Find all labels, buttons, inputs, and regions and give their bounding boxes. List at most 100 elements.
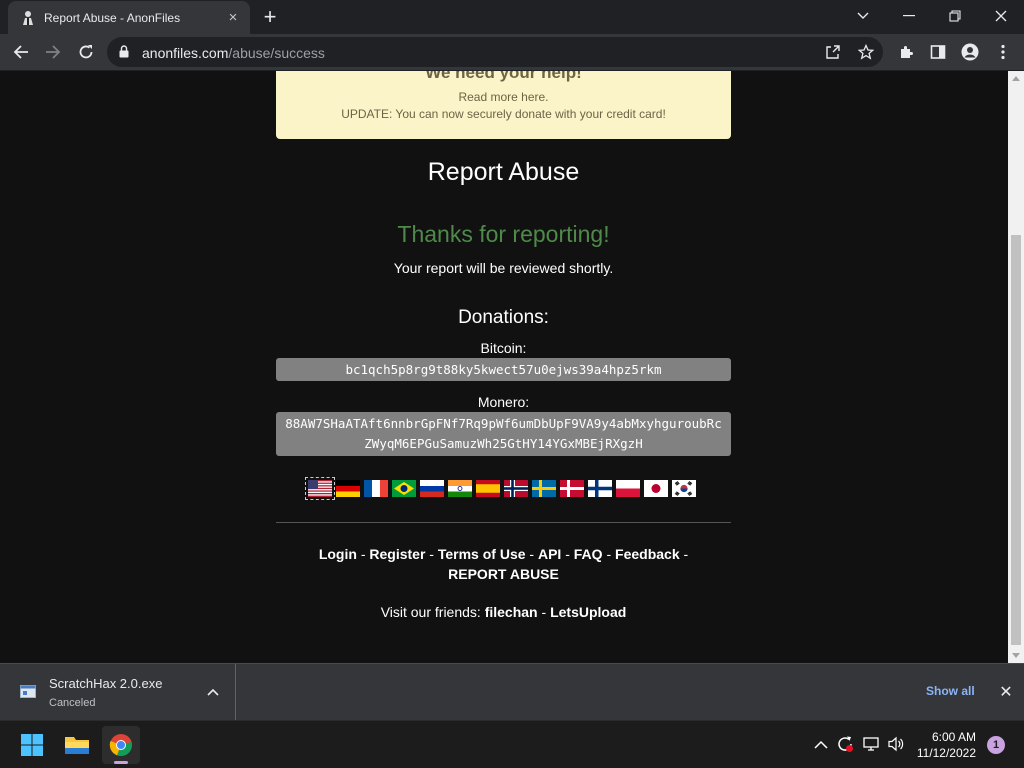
login-link[interactable]: Login xyxy=(319,546,357,562)
clock-time: 6:00 AM xyxy=(931,730,976,744)
profile-avatar-icon[interactable] xyxy=(955,37,985,67)
close-window-icon[interactable] xyxy=(978,0,1024,32)
flag-fr-icon[interactable] xyxy=(364,480,388,497)
footer-separator: - xyxy=(565,546,570,562)
lock-icon[interactable] xyxy=(119,45,129,63)
windows-taskbar: 6:00 AM 11/12/2022 1 xyxy=(0,720,1024,768)
chevron-up-icon[interactable] xyxy=(204,683,222,701)
close-download-bar-icon[interactable]: ✕ xyxy=(996,682,1016,702)
flag-in-icon[interactable] xyxy=(448,480,472,497)
footer-separator: - xyxy=(683,546,689,562)
monero-address-line-2: ZWyqM6EPGuSamuzWh25GtHY14YGxMBEjRXgzH xyxy=(364,436,643,451)
flag-jp-icon[interactable] xyxy=(644,480,668,497)
api-link[interactable]: API xyxy=(538,546,561,562)
page-title: Report Abuse xyxy=(427,158,580,186)
footer-separator: - xyxy=(606,546,612,562)
anonfiles-favicon-icon xyxy=(20,10,36,26)
flag-br-icon[interactable] xyxy=(392,480,416,497)
friends-line: Visit our friends: filechan - LetsUpload xyxy=(276,604,731,620)
notice-heading: We need your help! xyxy=(425,71,582,82)
download-bar: ScratchHax 2.0.exe Canceled Show all ✕ xyxy=(0,663,1024,720)
footer-links: Login - Register - Terms of Use - API - … xyxy=(276,544,731,584)
download-filename: ScratchHax 2.0.exe xyxy=(49,676,163,691)
download-item[interactable]: ScratchHax 2.0.exe Canceled xyxy=(0,664,236,720)
flag-es-icon[interactable] xyxy=(476,480,500,497)
network-icon[interactable] xyxy=(863,735,881,753)
side-panel-icon[interactable] xyxy=(923,37,953,67)
page-scrollbar[interactable] xyxy=(1008,71,1024,663)
share-icon[interactable] xyxy=(824,43,842,61)
tray-overflow-chevron-icon[interactable] xyxy=(812,735,830,753)
show-all-downloads-button[interactable]: Show all xyxy=(926,684,975,698)
back-arrow-icon[interactable] xyxy=(6,37,36,67)
donation-notice: We need your help! Read more here. UPDAT… xyxy=(276,71,731,139)
footer-separator: - xyxy=(360,546,366,562)
scroll-down-arrow-icon[interactable] xyxy=(1012,653,1020,658)
tab-report-abuse[interactable]: Report Abuse - AnonFiles × xyxy=(8,1,250,34)
file-explorer-icon[interactable] xyxy=(58,726,96,764)
letsupload-link[interactable]: LetsUpload xyxy=(550,604,626,620)
report-abuse-link[interactable]: REPORT ABUSE xyxy=(448,566,559,582)
bitcoin-address[interactable]: bc1qch5p8rg9t88ky5kwect57u0ejws39a4hpz5r… xyxy=(276,358,731,381)
bitcoin-label: Bitcoin: xyxy=(480,340,527,356)
flag-us-icon[interactable] xyxy=(305,477,335,500)
chrome-taskbar-icon[interactable] xyxy=(102,726,140,764)
restore-icon[interactable] xyxy=(932,0,978,32)
windows-start-icon[interactable] xyxy=(13,726,51,764)
system-clock[interactable]: 6:00 AM 11/12/2022 xyxy=(912,729,976,761)
url-path: /abuse/success xyxy=(228,45,325,61)
page-viewport: We need your help! Read more here. UPDAT… xyxy=(0,71,1008,663)
footer-separator: - xyxy=(529,546,535,562)
reload-icon[interactable] xyxy=(71,37,101,67)
flag-dk-icon[interactable] xyxy=(560,480,584,497)
donations-heading: Donations: xyxy=(458,307,549,328)
filechan-link[interactable]: filechan xyxy=(485,604,538,620)
notification-badge[interactable]: 1 xyxy=(987,736,1005,754)
flag-de-icon[interactable] xyxy=(336,480,360,497)
terms-link[interactable]: Terms of Use xyxy=(438,546,526,562)
monero-address-line-1: 88AW7SHaATAft6nnbrGpFNf7Rq9pWf6umDbUpF9V… xyxy=(285,416,722,431)
flag-kr-icon[interactable] xyxy=(672,480,696,497)
address-bar[interactable]: anonfiles.com/abuse/success xyxy=(107,37,883,67)
url-text: anonfiles.com/abuse/success xyxy=(142,45,325,61)
executable-file-icon xyxy=(20,685,36,698)
friends-prefix: Visit our friends: xyxy=(380,604,481,620)
forward-arrow-icon[interactable] xyxy=(38,37,68,67)
minimize-icon[interactable] xyxy=(886,0,932,32)
flag-pl-icon[interactable] xyxy=(616,480,640,497)
monero-label: Monero: xyxy=(477,394,530,410)
volume-icon[interactable] xyxy=(887,735,905,753)
footer-separator: - xyxy=(429,546,434,562)
flag-ru-icon[interactable] xyxy=(420,480,444,497)
thanks-message: Thanks for reporting! xyxy=(397,221,610,247)
register-link[interactable]: Register xyxy=(369,546,425,562)
url-host: anonfiles.com xyxy=(142,45,229,61)
notice-update-text: UPDATE: You can now securely donate with… xyxy=(341,107,666,121)
scroll-up-arrow-icon[interactable] xyxy=(1012,76,1020,81)
tab-search-icon[interactable] xyxy=(840,0,886,32)
active-app-indicator xyxy=(114,761,128,764)
browser-toolbar: anonfiles.com/abuse/success xyxy=(0,34,1024,71)
flag-no-icon[interactable] xyxy=(504,480,528,497)
language-flags xyxy=(305,477,700,500)
feedback-link[interactable]: Feedback xyxy=(615,546,680,562)
flag-fi-icon[interactable] xyxy=(588,480,612,497)
footer-divider xyxy=(276,522,731,523)
scrollbar-thumb[interactable] xyxy=(1011,235,1021,645)
menu-kebab-icon[interactable] xyxy=(988,37,1018,67)
notice-read-more-link[interactable]: Read more here. xyxy=(276,90,731,104)
new-tab-icon[interactable]: + xyxy=(258,4,282,29)
download-status: Canceled xyxy=(49,697,96,709)
tab-title: Report Abuse - AnonFiles xyxy=(44,10,181,25)
bookmark-star-icon[interactable] xyxy=(857,43,875,61)
tab-strip: Report Abuse - AnonFiles × + xyxy=(0,0,1024,34)
flag-se-icon[interactable] xyxy=(532,480,556,497)
monero-address[interactable]: 88AW7SHaATAft6nnbrGpFNf7Rq9pWf6umDbUpF9V… xyxy=(276,412,731,456)
faq-link[interactable]: FAQ xyxy=(574,546,603,562)
clock-date: 11/12/2022 xyxy=(916,746,976,760)
extensions-puzzle-icon[interactable] xyxy=(891,37,921,67)
friends-separator: - xyxy=(541,604,547,620)
sync-alert-icon[interactable] xyxy=(836,735,854,753)
tab-close-icon[interactable]: × xyxy=(224,9,242,27)
review-message: Your report will be reviewed shortly. xyxy=(393,260,614,276)
